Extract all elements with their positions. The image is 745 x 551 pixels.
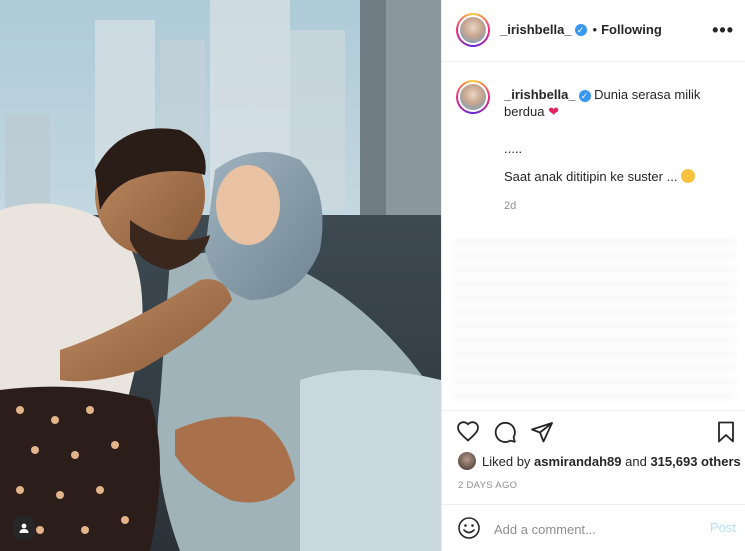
- following-button[interactable]: Following: [601, 22, 662, 37]
- user-tag-button[interactable]: [12, 516, 36, 540]
- avatar[interactable]: [456, 13, 490, 47]
- post-header: _irishbella_ ✓ • Following •••: [442, 0, 745, 62]
- bookmark-icon[interactable]: [714, 420, 738, 444]
- caption-time[interactable]: 2d: [504, 200, 516, 212]
- comment-icon[interactable]: [493, 420, 517, 444]
- user-tag-icon: [19, 523, 29, 533]
- caption-avatar[interactable]: [456, 80, 490, 114]
- username-link[interactable]: _irishbella_: [500, 22, 572, 37]
- verified-badge-icon: ✓: [578, 89, 591, 102]
- liked-by-and: and: [625, 453, 647, 469]
- post-timestamp[interactable]: 2 DAYS AGO: [458, 480, 517, 491]
- likes-count-link[interactable]: 315,693 others: [650, 454, 740, 469]
- more-options-icon[interactable]: •••: [712, 20, 734, 41]
- post-photo[interactable]: [0, 0, 441, 551]
- caption-ellipsis: .....: [504, 141, 523, 156]
- emoji-icon[interactable]: [457, 516, 481, 540]
- likes-line: Liked by asmirandah89 and 315,693 others: [458, 452, 741, 470]
- separator-dot: •: [592, 22, 598, 37]
- caption-username-link[interactable]: _irishbella_: [504, 87, 576, 102]
- verified-badge-icon: ✓: [574, 23, 587, 36]
- action-bar: [442, 410, 745, 452]
- header-name-line: _irishbella_ ✓ • Following: [500, 22, 662, 37]
- comment-input[interactable]: [492, 517, 696, 541]
- caption-line2-wrap: Saat anak dititipin ke suster ...: [504, 169, 696, 184]
- post-comment-button[interactable]: Post: [710, 520, 736, 535]
- caption-line2: Saat anak dititipin ke suster ...: [504, 169, 678, 184]
- tongue-face-emoji: [681, 169, 696, 183]
- liked-by-prefix: Liked by: [482, 453, 531, 469]
- blurred-comments-area: [452, 235, 736, 405]
- liked-by-user-link[interactable]: asmirandah89: [534, 454, 621, 469]
- photo-illustration: [0, 0, 441, 551]
- share-icon[interactable]: [530, 420, 554, 444]
- comment-bar: Post: [442, 504, 745, 551]
- post-details-panel: _irishbella_ ✓ • Following ••• _irishbel…: [441, 0, 745, 551]
- liker-avatar[interactable]: [458, 452, 476, 470]
- heart-icon[interactable]: [456, 420, 480, 444]
- caption-text: _irishbella_ ✓ Dunia serasa milik berdua …: [504, 86, 729, 120]
- red-heart-emoji: ❤: [548, 104, 560, 119]
